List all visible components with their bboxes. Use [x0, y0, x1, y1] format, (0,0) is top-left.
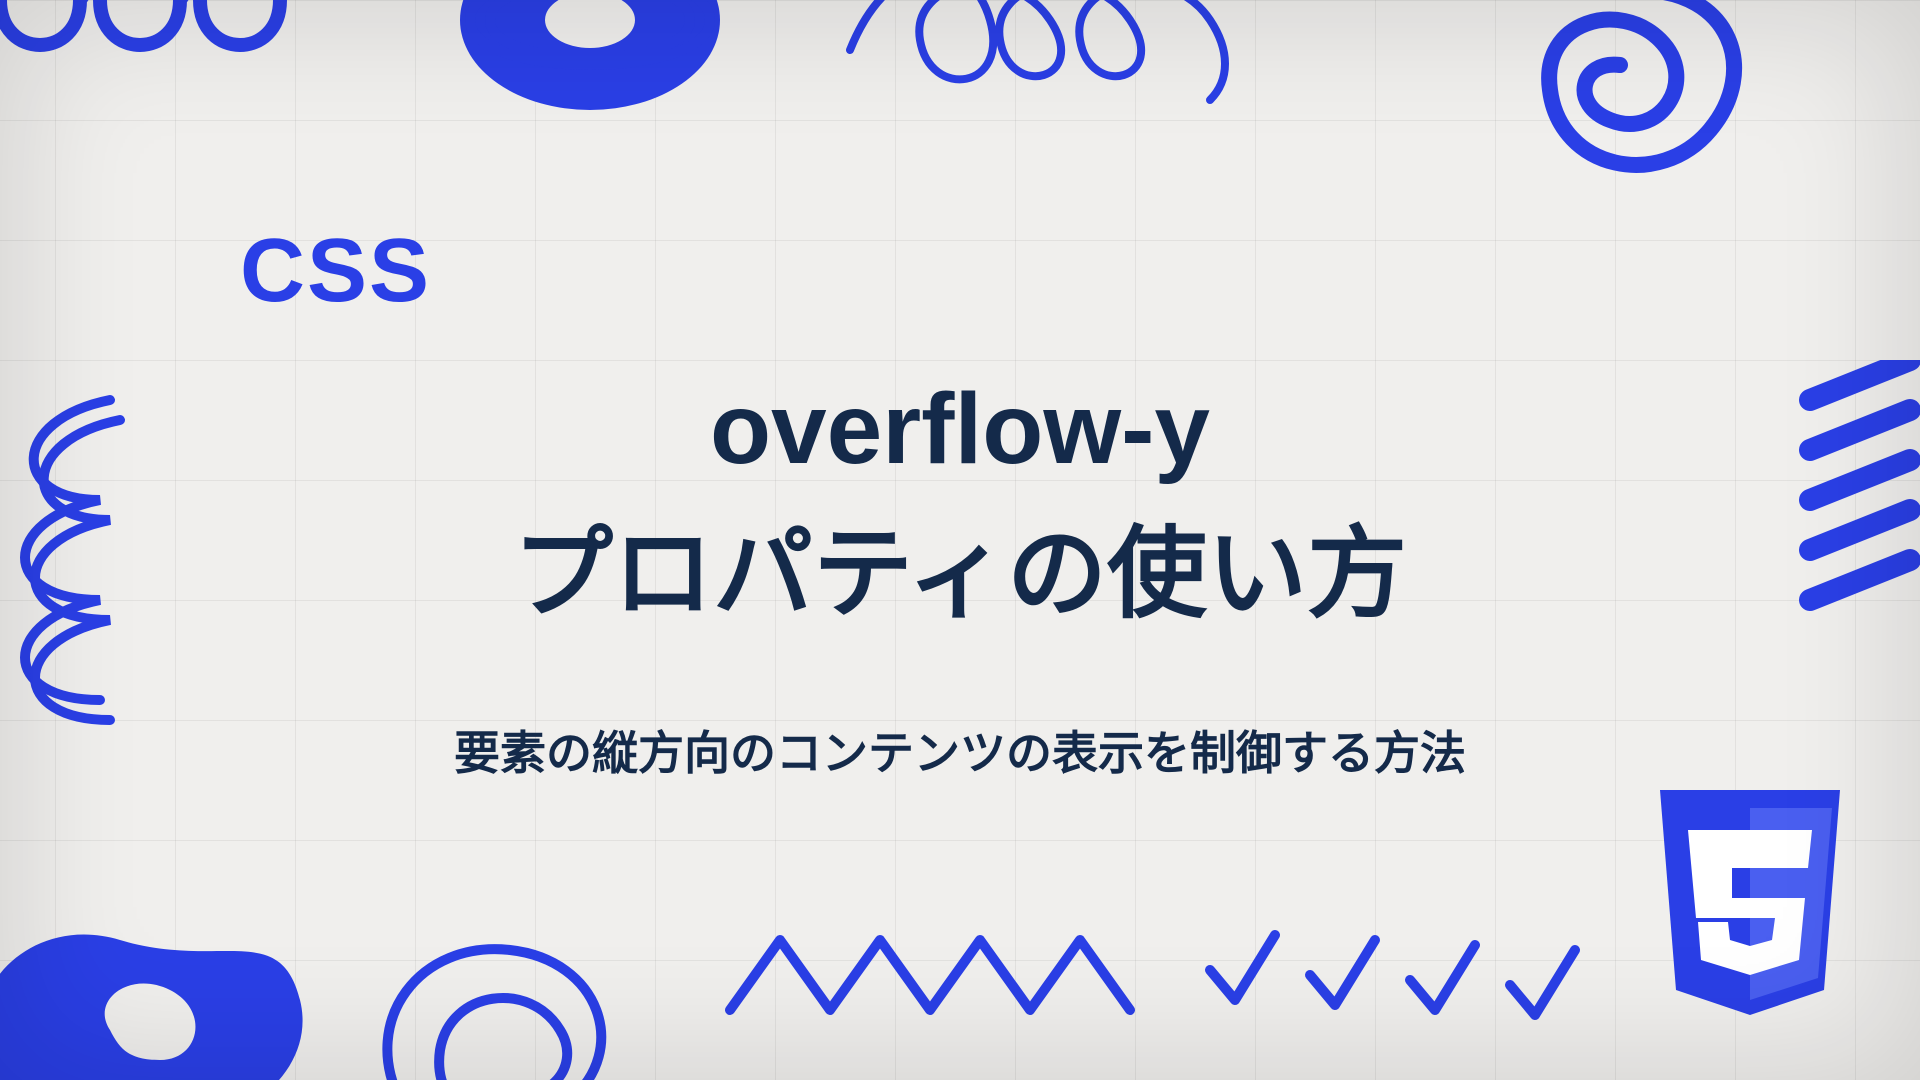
main-title: overflow-y プロパティの使い方 [513, 357, 1407, 647]
title-line-1: overflow-y [710, 373, 1210, 485]
content-area: CSS overflow-y プロパティの使い方 要素の縦方向のコンテンツの表示… [0, 0, 1920, 1080]
category-label: CSS [240, 220, 431, 323]
subtitle: 要素の縦方向のコンテンツの表示を制御する方法 [454, 717, 1466, 783]
title-line-2: プロパティの使い方 [513, 518, 1407, 630]
